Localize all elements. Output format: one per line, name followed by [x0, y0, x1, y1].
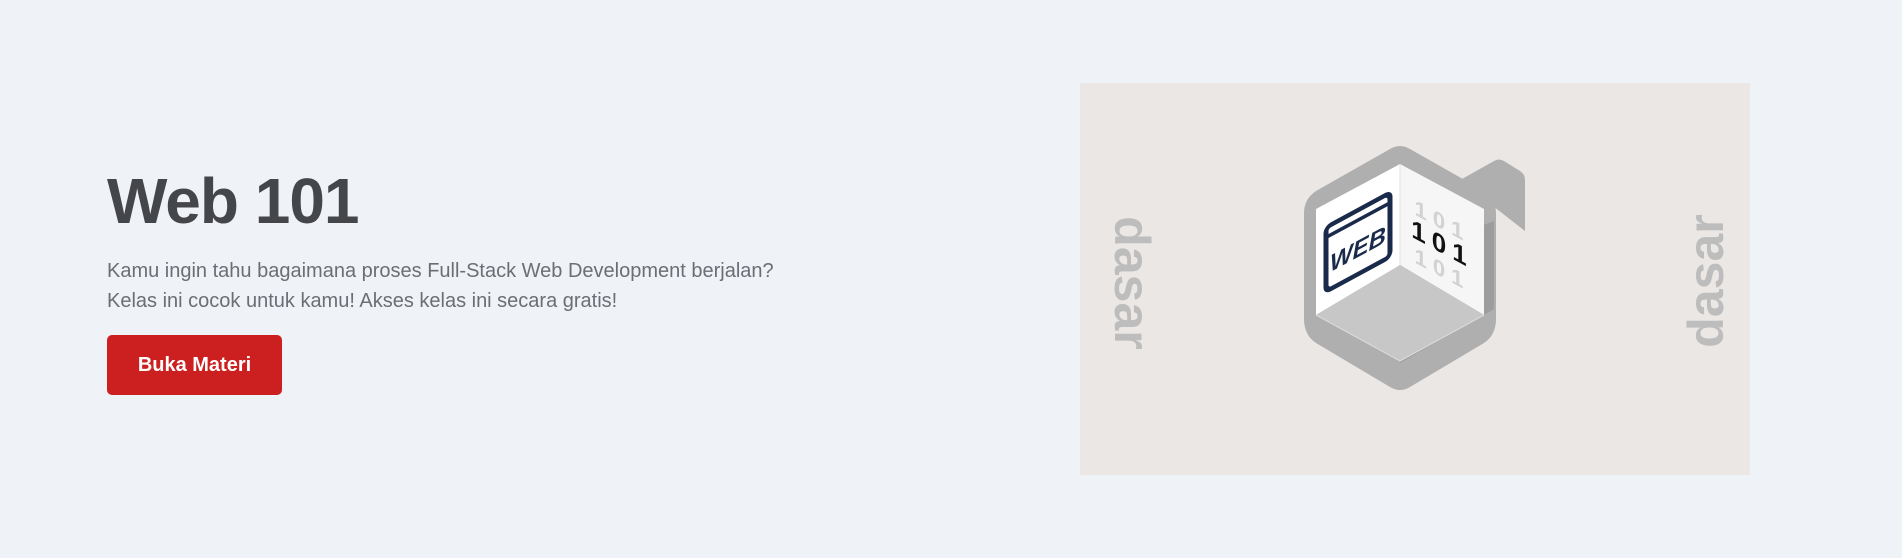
course-description-line: Kelas ini cocok untuk kamu! Akses kelas … [107, 290, 618, 312]
side-word-right: dasar [1678, 214, 1734, 348]
open-material-button[interactable]: Buka Materi [107, 335, 282, 395]
course-illustration: dasar dasar WEB 101 101 101 [1080, 83, 1750, 475]
course-title: Web 101 [107, 165, 360, 237]
course-description-line: Kamu ingin tahu bagaimana proses Full-St… [107, 260, 774, 282]
side-word-left: dasar [1104, 216, 1160, 350]
web-101-cube-icon: WEB 101 101 101 [1304, 146, 1525, 390]
hero-text-block: Web 101 Kamu ingin tahu bagaimana proses… [107, 160, 867, 316]
course-description: Kamu ingin tahu bagaimana proses Full-St… [107, 256, 867, 316]
